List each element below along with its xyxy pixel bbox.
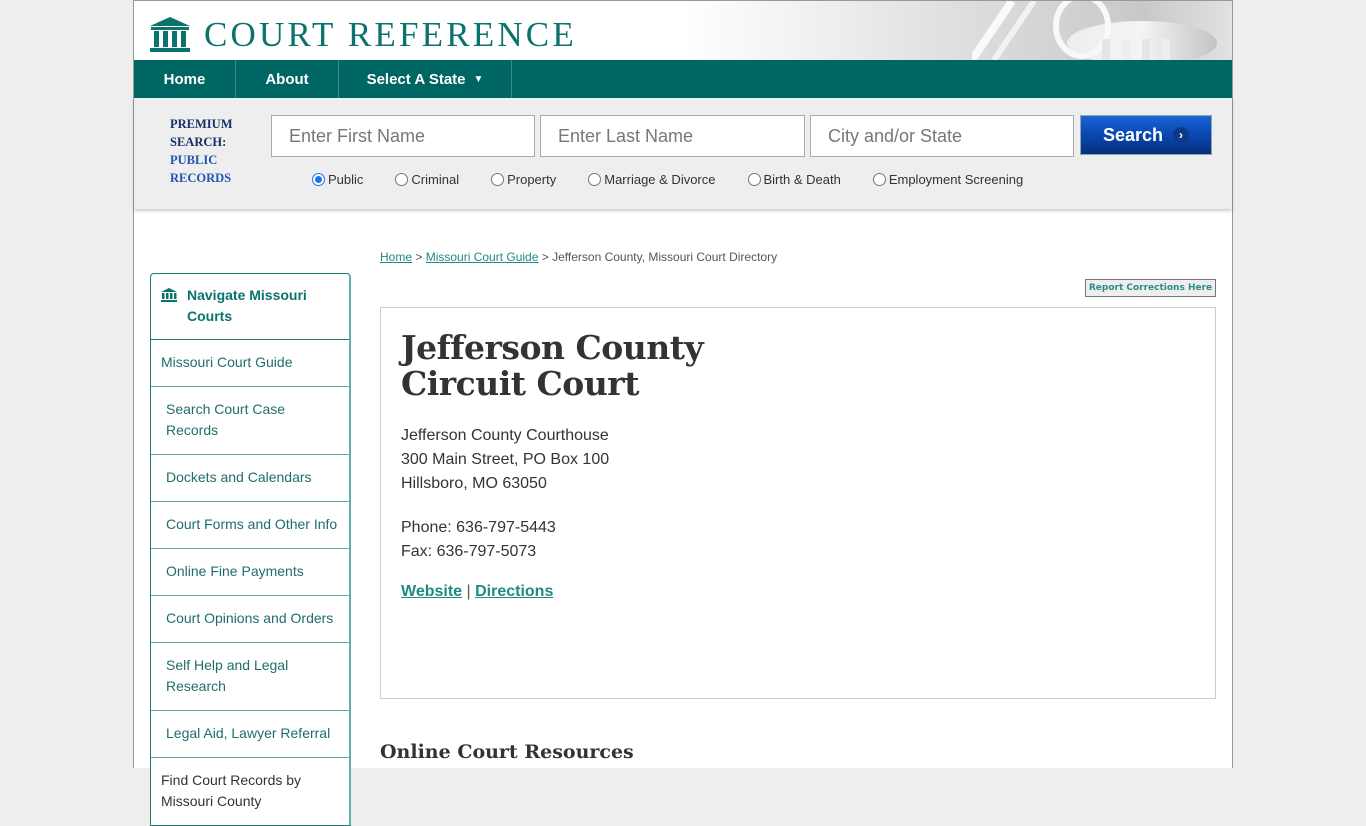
sidebar-item-self-help[interactable]: Self Help and Legal Research xyxy=(151,643,349,711)
radio-property[interactable]: Property xyxy=(491,172,556,187)
breadcrumb-home[interactable]: Home xyxy=(380,250,412,264)
breadcrumb: Home > Missouri Court Guide > Jefferson … xyxy=(380,250,777,264)
sidebar-item-dockets-calendars[interactable]: Dockets and Calendars xyxy=(151,455,349,502)
page-container: COURT REFERENCE Home About Select A Stat… xyxy=(133,0,1233,826)
radio-button[interactable] xyxy=(588,173,602,186)
court-title-line: Jefferson County xyxy=(401,328,704,367)
address-line: 300 Main Street, PO Box 100 xyxy=(401,451,610,468)
sidebar-nav: Navigate Missouri Courts Missouri Court … xyxy=(150,273,351,826)
radio-label: Employment Screening xyxy=(888,172,1024,187)
site-header: COURT REFERENCE xyxy=(134,1,1232,60)
search-button-label: Search xyxy=(1102,124,1164,145)
records-line: RECORDS xyxy=(170,171,232,185)
breadcrumb-separator: > xyxy=(412,250,426,264)
breadcrumb-missouri-court-guide[interactable]: Missouri Court Guide xyxy=(426,250,539,264)
first-name-placeholder: Enter First Name xyxy=(289,125,426,146)
courthouse-icon xyxy=(150,17,190,52)
court-address: Jefferson County Courthouse 300 Main Str… xyxy=(401,424,609,496)
sidebar-item-find-by-county[interactable]: Find Court Records by Missouri County xyxy=(151,758,349,825)
nav-home[interactable]: Home xyxy=(134,60,236,98)
report-corrections-button[interactable]: Report Corrections Here xyxy=(1085,279,1216,297)
first-name-input[interactable]: Enter First Name xyxy=(271,115,535,157)
radio-birth-death[interactable]: Birth & Death xyxy=(747,172,841,187)
sidebar-header: Navigate Missouri Courts xyxy=(151,274,349,340)
radio-label: Criminal xyxy=(411,172,460,187)
website-link[interactable]: Website xyxy=(401,583,462,600)
search-panel: PREMIUM SEARCH: PUBLIC RECORDS Enter Fir… xyxy=(134,98,1232,209)
link-separator: | xyxy=(462,583,476,600)
court-fax: Fax: 636-797-5073 xyxy=(401,543,537,560)
radio-public[interactable]: Public xyxy=(312,172,363,187)
column-decoration-image xyxy=(972,1,1217,60)
sidebar-title-line: Courts xyxy=(187,308,233,324)
online-court-resources-heading: Online Court Resources xyxy=(380,741,634,763)
nav-select-state-label: Select A State xyxy=(366,70,466,88)
sidebar-item-online-fine-payments[interactable]: Online Fine Payments xyxy=(151,549,349,596)
breadcrumb-separator: > xyxy=(538,250,553,264)
sidebar-item-missouri-court-guide[interactable]: Missouri Court Guide xyxy=(151,340,349,387)
sidebar-item-court-forms[interactable]: Court Forms and Other Info xyxy=(151,502,349,549)
address-line: Hillsboro, MO 63050 xyxy=(401,475,547,492)
main-nav: Home About Select A State ▼ xyxy=(134,60,1232,98)
city-state-input[interactable]: City and/or State xyxy=(810,115,1074,157)
site-name: COURT REFERENCE xyxy=(204,15,577,54)
nav-about[interactable]: About xyxy=(236,60,339,98)
address-line: Jefferson County Courthouse xyxy=(401,427,609,444)
radio-label: Public xyxy=(328,172,364,187)
city-state-placeholder: City and/or State xyxy=(828,125,963,146)
sidebar-title-line: Navigate Missouri xyxy=(187,287,307,303)
nav-home-label: Home xyxy=(163,70,206,88)
court-phone: Phone: 636-797-5443 xyxy=(401,519,556,536)
premium-line: PREMIUM xyxy=(170,117,233,131)
directions-link[interactable]: Directions xyxy=(475,583,553,600)
radio-button-selected[interactable] xyxy=(312,173,325,186)
court-title: Jefferson County Circuit Court xyxy=(401,328,704,403)
court-title-line: Circuit Court xyxy=(401,364,639,403)
court-links: Website | Directions xyxy=(401,583,553,601)
nav-about-label: About xyxy=(265,70,309,88)
premium-search-label: PREMIUM SEARCH: PUBLIC RECORDS xyxy=(170,115,233,187)
public-line: PUBLIC xyxy=(170,153,218,167)
radio-button[interactable] xyxy=(872,173,886,186)
record-type-radios: Public Criminal Property Marriage & Divo… xyxy=(312,172,1055,187)
nav-select-state[interactable]: Select A State ▼ xyxy=(339,60,512,98)
radio-button[interactable] xyxy=(491,173,505,186)
sidebar-item-search-court-case-records[interactable]: Search Court Case Records xyxy=(151,387,349,455)
sidebar-title: Navigate Missouri Courts xyxy=(187,285,307,327)
court-contact: Phone: 636-797-5443 Fax: 636-797-5073 xyxy=(401,516,556,564)
court-info-card: Jefferson County Circuit Court Jefferson… xyxy=(380,307,1216,699)
radio-label: Marriage & Divorce xyxy=(604,172,716,187)
search-button[interactable]: Search › xyxy=(1080,115,1212,155)
radio-marriage-divorce[interactable]: Marriage & Divorce xyxy=(588,172,716,187)
search-line: SEARCH: xyxy=(170,135,227,149)
radio-button[interactable] xyxy=(747,173,761,186)
last-name-placeholder: Enter Last Name xyxy=(558,125,694,146)
caret-down-icon: ▼ xyxy=(473,73,484,85)
radio-criminal[interactable]: Criminal xyxy=(395,172,459,187)
radio-button[interactable] xyxy=(395,173,409,186)
courthouse-icon xyxy=(161,288,177,302)
breadcrumb-current: Jefferson County, Missouri Court Directo… xyxy=(552,250,778,264)
sidebar-item-legal-aid[interactable]: Legal Aid, Lawyer Referral xyxy=(151,711,349,758)
last-name-input[interactable]: Enter Last Name xyxy=(540,115,805,157)
radio-employment-screening[interactable]: Employment Screening xyxy=(872,172,1024,187)
radio-label: Birth & Death xyxy=(763,172,841,187)
sidebar-item-court-opinions[interactable]: Court Opinions and Orders xyxy=(151,596,349,643)
site-logo[interactable]: COURT REFERENCE xyxy=(150,17,577,53)
radio-label: Property xyxy=(507,172,557,187)
chevron-right-icon: › xyxy=(1173,127,1190,143)
